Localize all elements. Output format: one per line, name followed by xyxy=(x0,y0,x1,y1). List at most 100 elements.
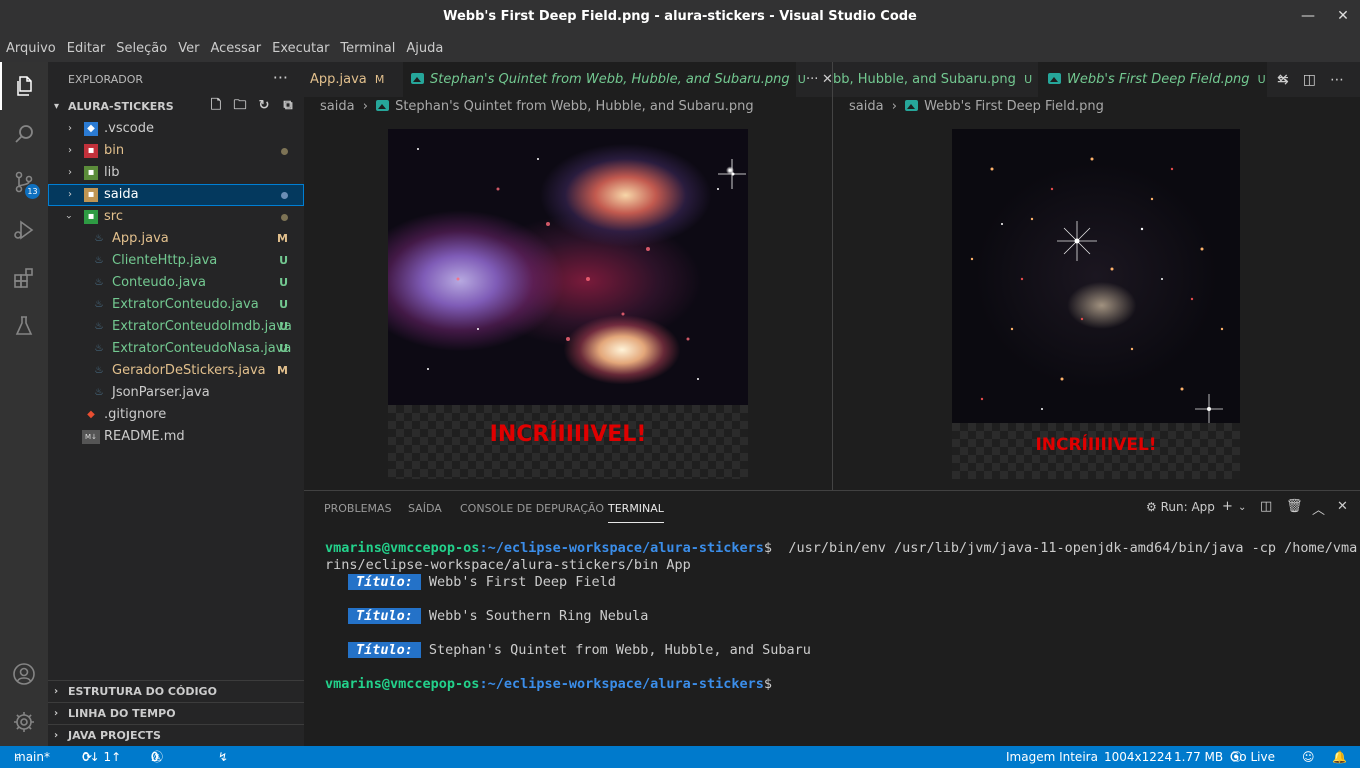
section-outline[interactable]: › ESTRUTURA DO CÓDIGO xyxy=(48,680,304,702)
chevron-right-icon: › xyxy=(68,123,72,134)
terminal-prompt: $ xyxy=(763,676,773,692)
tab-app-java[interactable]: App.java M xyxy=(304,62,402,97)
menu-arquivo[interactable]: Arquivo xyxy=(0,36,61,56)
tab-debug-console[interactable]: CONSOLE DE DEPURAÇÃO xyxy=(460,502,604,515)
menu-executar[interactable]: Executar xyxy=(266,36,334,56)
vscode-folder-icon: ◆ xyxy=(84,122,98,136)
refresh-icon[interactable]: ↻ xyxy=(256,98,272,114)
terminal-user: vmarins@vmccepop-os xyxy=(325,540,480,556)
new-file-icon[interactable]: 🗋 xyxy=(208,98,224,114)
breadcrumb-file[interactable]: Stephan's Quintet from Webb, Hubble, and… xyxy=(395,99,754,114)
new-folder-icon[interactable]: 🗀 xyxy=(232,98,248,114)
tab-stephans-quintet-right[interactable]: bb, Hubble, and Subaru.png U xyxy=(833,62,1036,97)
explorer-header: EXPLORADOR xyxy=(68,73,144,86)
close-window-button[interactable]: ✕ xyxy=(1333,8,1353,24)
breadcrumb-file[interactable]: Webb's First Deep Field.png xyxy=(924,99,1104,114)
split-terminal-icon[interactable]: ◫ xyxy=(1260,499,1272,514)
image-file-icon xyxy=(376,100,390,111)
extensions-icon[interactable] xyxy=(0,254,48,302)
image-file-icon xyxy=(411,73,424,84)
terminal-line-prompt[interactable]: vmarins@vmccepop-os:~/eclipse-workspace/… xyxy=(325,676,772,692)
terminal-output-line: Título: Webb's First Deep Field xyxy=(348,574,616,590)
image-preview-stephans-quintet: INCRÍIIIIVEL! xyxy=(388,129,748,479)
trash-icon[interactable]: 🗑 xyxy=(1286,499,1303,514)
sync-counts: 0↓ 1↑ xyxy=(82,750,122,764)
source-control-icon[interactable]: 13 xyxy=(0,158,48,206)
explorer-more-button[interactable]: ··· xyxy=(273,68,288,87)
workspace-root-header[interactable]: ▾ ALURA-STICKERS 🗋 🗀 ↻ ⧉ xyxy=(48,96,304,118)
menu-editar[interactable]: Editar xyxy=(61,36,111,56)
menu-ver[interactable]: Ver xyxy=(172,36,204,56)
close-tab-icon[interactable]: ✕ xyxy=(822,72,832,87)
run-debug-icon[interactable] xyxy=(0,206,48,254)
terminal-output-line: Título: Stephan's Quintet from Webb, Hubb… xyxy=(348,642,811,658)
git-status: U xyxy=(279,342,288,355)
tree-item-vscode[interactable]: › ◆ .vscode xyxy=(48,118,304,140)
notifications-bell-icon[interactable]: 🔔 xyxy=(1332,746,1347,768)
menu-ajuda[interactable]: Ajuda xyxy=(400,36,448,56)
tree-item-conteudo-java[interactable]: ♨ Conteudo.java U xyxy=(48,272,304,294)
tree-item-label: lib xyxy=(104,165,120,180)
menu-acessar[interactable]: Acessar xyxy=(204,36,266,56)
image-preview-webbs-first-deep-field: INCRÍIIIIVEL! xyxy=(952,129,1240,479)
search-icon[interactable] xyxy=(0,110,48,158)
tree-item-app-java[interactable]: ♨ App.java M xyxy=(48,228,304,250)
bin-folder-icon: ▪ xyxy=(84,144,98,158)
feedback-icon[interactable]: ☺ xyxy=(1302,746,1315,768)
run-app-terminal-selector[interactable]: ⚙ Run: App xyxy=(1146,500,1215,514)
tab-bar: App.java M Stephan's Quintet from Webb, … xyxy=(304,62,832,97)
tab-terminal[interactable]: TERMINAL xyxy=(608,502,664,523)
tree-item-gitignore[interactable]: ◆ .gitignore xyxy=(48,404,304,426)
title-bar: Webb's First Deep Field.png - alura-stic… xyxy=(0,0,1360,36)
breadcrumb-folder[interactable]: saida xyxy=(849,99,884,114)
tree-item-clientehttp-java[interactable]: ♨ ClienteHttp.java U xyxy=(48,250,304,272)
new-terminal-icon[interactable]: + xyxy=(1222,499,1233,514)
tree-item-jsonparser-java[interactable]: ♨ JsonParser.java xyxy=(48,382,304,404)
java-icon: ♨ xyxy=(94,387,104,398)
explorer-icon[interactable] xyxy=(0,62,48,110)
git-status: M xyxy=(277,232,288,245)
menu-terminal[interactable]: Terminal xyxy=(334,36,400,56)
image-zoom-mode[interactable]: Imagem Inteira xyxy=(1006,746,1098,768)
settings-gear-icon[interactable] xyxy=(0,698,48,746)
section-java-projects[interactable]: › JAVA PROJECTS xyxy=(48,724,304,746)
maximize-panel-icon[interactable]: ︿ xyxy=(1312,499,1325,518)
open-changes-icon[interactable]: ⇆ xyxy=(1277,72,1289,88)
tree-item-readme[interactable]: M↓ README.md xyxy=(48,426,304,448)
tree-item-label: GeradorDeStickers.java xyxy=(112,363,266,378)
tree-item-extratorconteudoimdb-java[interactable]: ♨ ExtratorConteudoImdb.java U xyxy=(48,316,304,338)
status-bar: ⑂ main* ⟳ 0↓ 1↑ ⓧ 0 ⚠ 0 ↯ Imagem Inteira… xyxy=(0,746,1360,768)
close-panel-icon[interactable]: ✕ xyxy=(1337,499,1348,514)
tab-output[interactable]: SAÍDA xyxy=(408,502,442,515)
testing-icon[interactable] xyxy=(0,302,48,350)
breadcrumb-folder[interactable]: saida xyxy=(320,99,355,114)
live-share-icon[interactable]: ↯ xyxy=(218,746,228,768)
tree-item-extratorconteudonasa-java[interactable]: ♨ ExtratorConteudoNasa.java U xyxy=(48,338,304,360)
java-icon: ♨ xyxy=(94,233,104,244)
tab-stephans-quintet[interactable]: Stephan's Quintet from Webb, Hubble, and… xyxy=(403,62,832,97)
git-status: U xyxy=(279,298,288,311)
breadcrumb-separator: › xyxy=(362,99,368,114)
tree-item-src[interactable]: › ▪ src xyxy=(48,206,304,228)
untracked-dot-icon xyxy=(281,192,288,199)
tree-item-geradordestickers-java[interactable]: ♨ GeradorDeStickers.java M xyxy=(48,360,304,382)
tab-webbs-first-deep-field[interactable]: Webb's First Deep Field.png U ✕ xyxy=(1038,62,1289,97)
tree-item-bin[interactable]: › ▪ bin xyxy=(48,140,304,162)
menu-selecao[interactable]: Seleção xyxy=(110,36,172,56)
account-icon[interactable] xyxy=(0,650,48,698)
section-timeline[interactable]: › LINHA DO TEMPO xyxy=(48,702,304,724)
starfield-graphic xyxy=(417,148,746,380)
tree-item-extratorconteudo-java[interactable]: ♨ ExtratorConteudo.java U xyxy=(48,294,304,316)
tab-problems[interactable]: PROBLEMAS xyxy=(324,502,392,515)
modified-dot-icon xyxy=(281,214,288,221)
git-status: U xyxy=(279,254,288,267)
more-actions-icon[interactable]: ⋯ xyxy=(1330,72,1344,88)
image-file-icon xyxy=(1048,73,1061,84)
tree-item-lib[interactable]: › ▪ lib xyxy=(48,162,304,184)
collapse-all-icon[interactable]: ⧉ xyxy=(280,98,296,114)
split-editor-icon[interactable]: ◫ xyxy=(1303,72,1316,88)
minimize-button[interactable]: — xyxy=(1298,8,1318,24)
editor-more-button[interactable]: ··· xyxy=(798,62,818,97)
tree-item-saida[interactable]: › ▪ saida xyxy=(48,184,304,206)
chevron-down-icon[interactable]: ⌄ xyxy=(1238,502,1246,513)
